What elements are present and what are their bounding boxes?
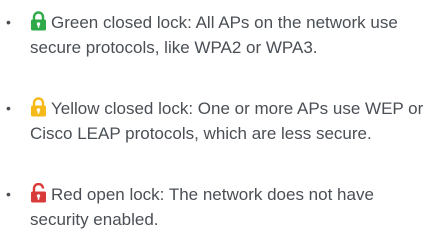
bullet: • bbox=[6, 186, 11, 202]
item-description: Green closed lock: All APs on the networ… bbox=[30, 13, 398, 57]
list-item-text: Yellow closed lock: One or more APs use … bbox=[30, 96, 436, 146]
yellow-closed-lock-icon bbox=[30, 97, 47, 117]
item-description: Yellow closed lock: One or more APs use … bbox=[30, 99, 424, 143]
red-open-lock-icon bbox=[30, 183, 47, 203]
green-closed-lock-icon bbox=[30, 11, 47, 31]
list-item-text: Red open lock: The network does not have… bbox=[30, 182, 436, 232]
item-description: Red open lock: The network does not have… bbox=[30, 185, 374, 229]
bullet: • bbox=[6, 14, 11, 30]
list-item-text: Green closed lock: All APs on the networ… bbox=[30, 10, 436, 60]
bullet: • bbox=[6, 100, 11, 116]
